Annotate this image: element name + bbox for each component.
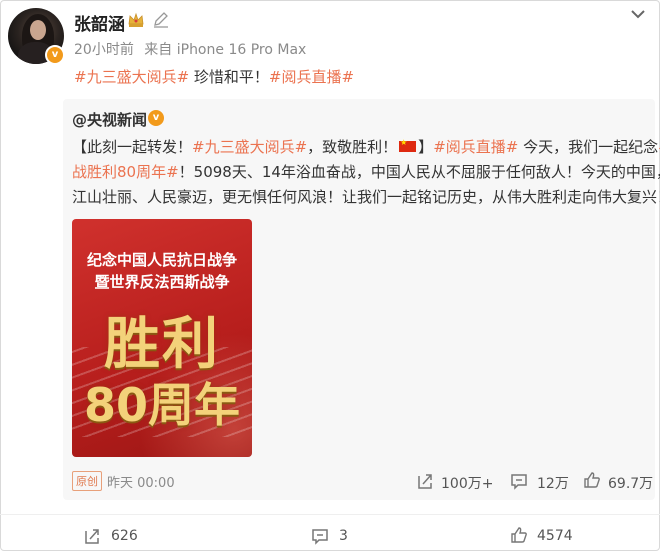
repost-text-line: 江山壮丽、人民豪迈，更无惧任何风浪！让我们一起铭记历史，从伟大胜利走向伟大复兴！: [72, 188, 660, 206]
post-meta: 20小时前 来自 iPhone 16 Pro Max: [74, 39, 312, 59]
source-username[interactable]: @央视新闻: [72, 109, 147, 130]
chevron-down-icon[interactable]: [630, 8, 646, 20]
post-time: 20小时前: [74, 42, 134, 58]
poster-line1: 纪念中国人民抗日战争: [86, 251, 237, 269]
divider: [0, 514, 660, 515]
source-comment-count[interactable]: 12万: [537, 473, 569, 493]
original-badge: 原创: [72, 471, 102, 491]
hashtag-link[interactable]: #九三盛大阅兵#: [74, 68, 189, 86]
post-text: #九三盛大阅兵# 珍惜和平！#阅兵直播#: [74, 68, 355, 86]
source-repost-count[interactable]: 100万+: [441, 473, 493, 493]
hashtag-link[interactable]: #九三盛大阅兵#: [192, 138, 307, 156]
comment-icon[interactable]: [510, 472, 528, 490]
like-icon[interactable]: [510, 526, 528, 544]
hashtag-link[interactable]: #阅兵直播#: [269, 68, 354, 86]
edit-icon[interactable]: [152, 12, 170, 28]
username[interactable]: 张韶涵: [74, 10, 125, 35]
poster-title: 胜利: [104, 312, 220, 377]
poster-subtitle: 80周年: [83, 378, 240, 432]
china-flag-icon: [399, 138, 417, 152]
repost-text-line: 【此刻一起转发！#九三盛大阅兵#，致敬胜利！】#阅兵直播# 今天，我们一起纪念#…: [72, 136, 660, 157]
like-icon[interactable]: [583, 471, 601, 489]
like-count[interactable]: 4574: [537, 528, 573, 544]
source-time: 昨天 00:00: [107, 476, 175, 491]
repost-count[interactable]: 626: [111, 528, 138, 544]
comment-icon[interactable]: [311, 527, 329, 545]
repost-icon[interactable]: [83, 527, 101, 545]
source-like-count[interactable]: 69.7万: [608, 473, 653, 493]
comment-count[interactable]: 3: [339, 528, 348, 544]
poster-image[interactable]: 纪念中国人民抗日战争 暨世界反法西斯战争 胜利 80周年: [72, 219, 252, 457]
verified-badge-icon: v: [45, 45, 65, 65]
repost-text-line: 战胜利80周年#！5098天、14年浴血奋战，中国人民从不屈服于任何敌人！今天的…: [72, 163, 660, 181]
hashtag-link[interactable]: 战胜利80周年#: [72, 163, 179, 181]
post-device: 来自 iPhone 16 Pro Max: [144, 42, 307, 58]
hashtag-link[interactable]: #阅兵直播#: [433, 138, 518, 156]
verified-badge-icon: v: [148, 110, 164, 126]
crown-icon: [128, 12, 144, 27]
repost-icon[interactable]: [416, 472, 434, 490]
poster-line2: 暨世界反法西斯战争: [94, 273, 230, 291]
